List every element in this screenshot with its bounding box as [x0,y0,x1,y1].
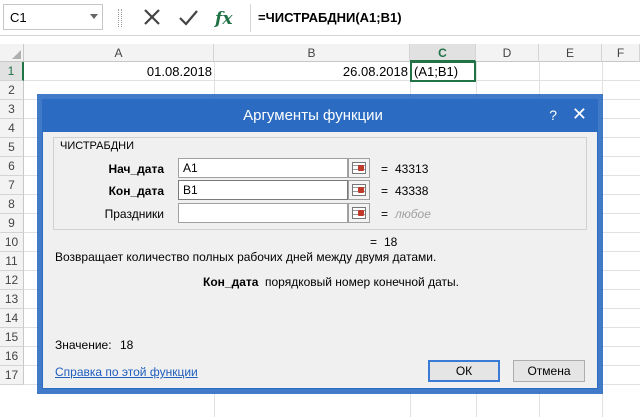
svg-text:fx: fx [214,9,233,29]
row-header[interactable]: 9 [0,214,24,233]
dialog-title-bar[interactable]: Аргументы функции ? ✕ [43,100,597,132]
function-description: Возвращает количество полных рабочих дне… [55,250,437,264]
row-header[interactable]: 14 [0,309,24,328]
name-box[interactable]: C1 [3,4,103,30]
column-header-e[interactable]: E [539,44,602,62]
equals-sign: = [370,235,378,249]
cancel-formula-button[interactable] [137,4,167,32]
help-icon[interactable]: ? [549,107,557,123]
fx-icon: fx [214,9,233,29]
row-header[interactable]: 15 [0,328,24,347]
row-header[interactable]: 6 [0,157,24,176]
formula-result: 18 [384,235,398,249]
cancel-button[interactable]: Отмена [513,360,585,382]
ok-button[interactable]: ОК [428,360,500,382]
check-icon [179,10,198,26]
cell-a1[interactable]: 01.08.2018 [24,62,214,81]
grid-line [602,62,603,417]
select-all-button[interactable] [0,44,24,62]
insert-function-button[interactable]: fx [209,4,239,32]
close-icon[interactable]: ✕ [572,104,587,125]
row-header[interactable]: 13 [0,290,24,309]
collapse-dialog-button[interactable] [348,158,370,178]
collapse-dialog-button[interactable] [348,203,370,223]
column-header-f[interactable]: F [602,44,640,62]
function-name: ЧИСТРАБДНИ [57,140,137,152]
row-header[interactable]: 12 [0,271,24,290]
arrow-icon [358,165,364,171]
cell-c1[interactable]: (A1;B1) [410,61,476,82]
help-link[interactable]: Справка по этой функции [55,365,198,379]
row-header[interactable]: 5 [0,138,24,157]
formula-bar-grip[interactable] [118,9,122,27]
column-header-d[interactable]: D [476,44,539,62]
row-header[interactable]: 3 [0,100,24,119]
arg-input-end-date[interactable]: B1 [178,180,348,200]
column-header-b[interactable]: B [214,44,410,62]
arrow-icon [358,187,364,193]
chevron-down-icon[interactable] [90,14,98,19]
formula-bar: C1 fx =ЧИСТРАБДНИ(A1;B1) [0,0,640,36]
close-icon [144,9,160,25]
arg-label-start-date: Нач_дата [108,162,164,176]
row-header[interactable]: 16 [0,347,24,366]
arg-value-end-date: 43338 [395,184,429,198]
column-header-c[interactable]: C [410,44,476,62]
arg-value-start-date: 43313 [395,162,429,176]
value-result: 18 [120,338,134,352]
equals-sign: = [381,207,389,221]
select-all-icon [12,50,21,59]
function-arguments-dialog: Аргументы функции ? ✕ Нач_дата A1 = 4331… [42,99,598,389]
equals-sign: = [381,184,389,198]
name-box-value: C1 [10,10,27,25]
argument-description-text: порядковый номер конечной даты. [265,275,459,289]
row-header[interactable]: 10 [0,233,24,252]
arrow-icon [358,210,364,216]
column-header-a[interactable]: A [24,44,214,62]
row-header[interactable]: 8 [0,195,24,214]
argument-description-name: Кон_дата [203,275,259,289]
cell-b1[interactable]: 26.08.2018 [214,62,410,81]
value-label: Значение: [55,338,112,352]
formula-input[interactable]: =ЧИСТРАБДНИ(A1;B1) [258,10,402,25]
divider [250,4,251,32]
arg-label-end-date: Кон_дата [108,184,164,198]
arg-input-holidays[interactable] [178,203,348,223]
equals-sign: = [381,162,389,176]
row-header[interactable]: 4 [0,119,24,138]
row-header[interactable]: 11 [0,252,24,271]
row-header[interactable]: 7 [0,176,24,195]
arg-value-holidays: любое [395,207,431,221]
row-header[interactable]: 17 [0,366,24,385]
collapse-dialog-button[interactable] [348,180,370,200]
dialog-title: Аргументы функции [243,107,383,124]
row-header[interactable]: 2 [0,81,24,100]
arg-label-holidays: Праздники [104,207,164,221]
arg-input-start-date[interactable]: A1 [178,158,348,178]
enter-formula-button[interactable] [173,4,203,32]
